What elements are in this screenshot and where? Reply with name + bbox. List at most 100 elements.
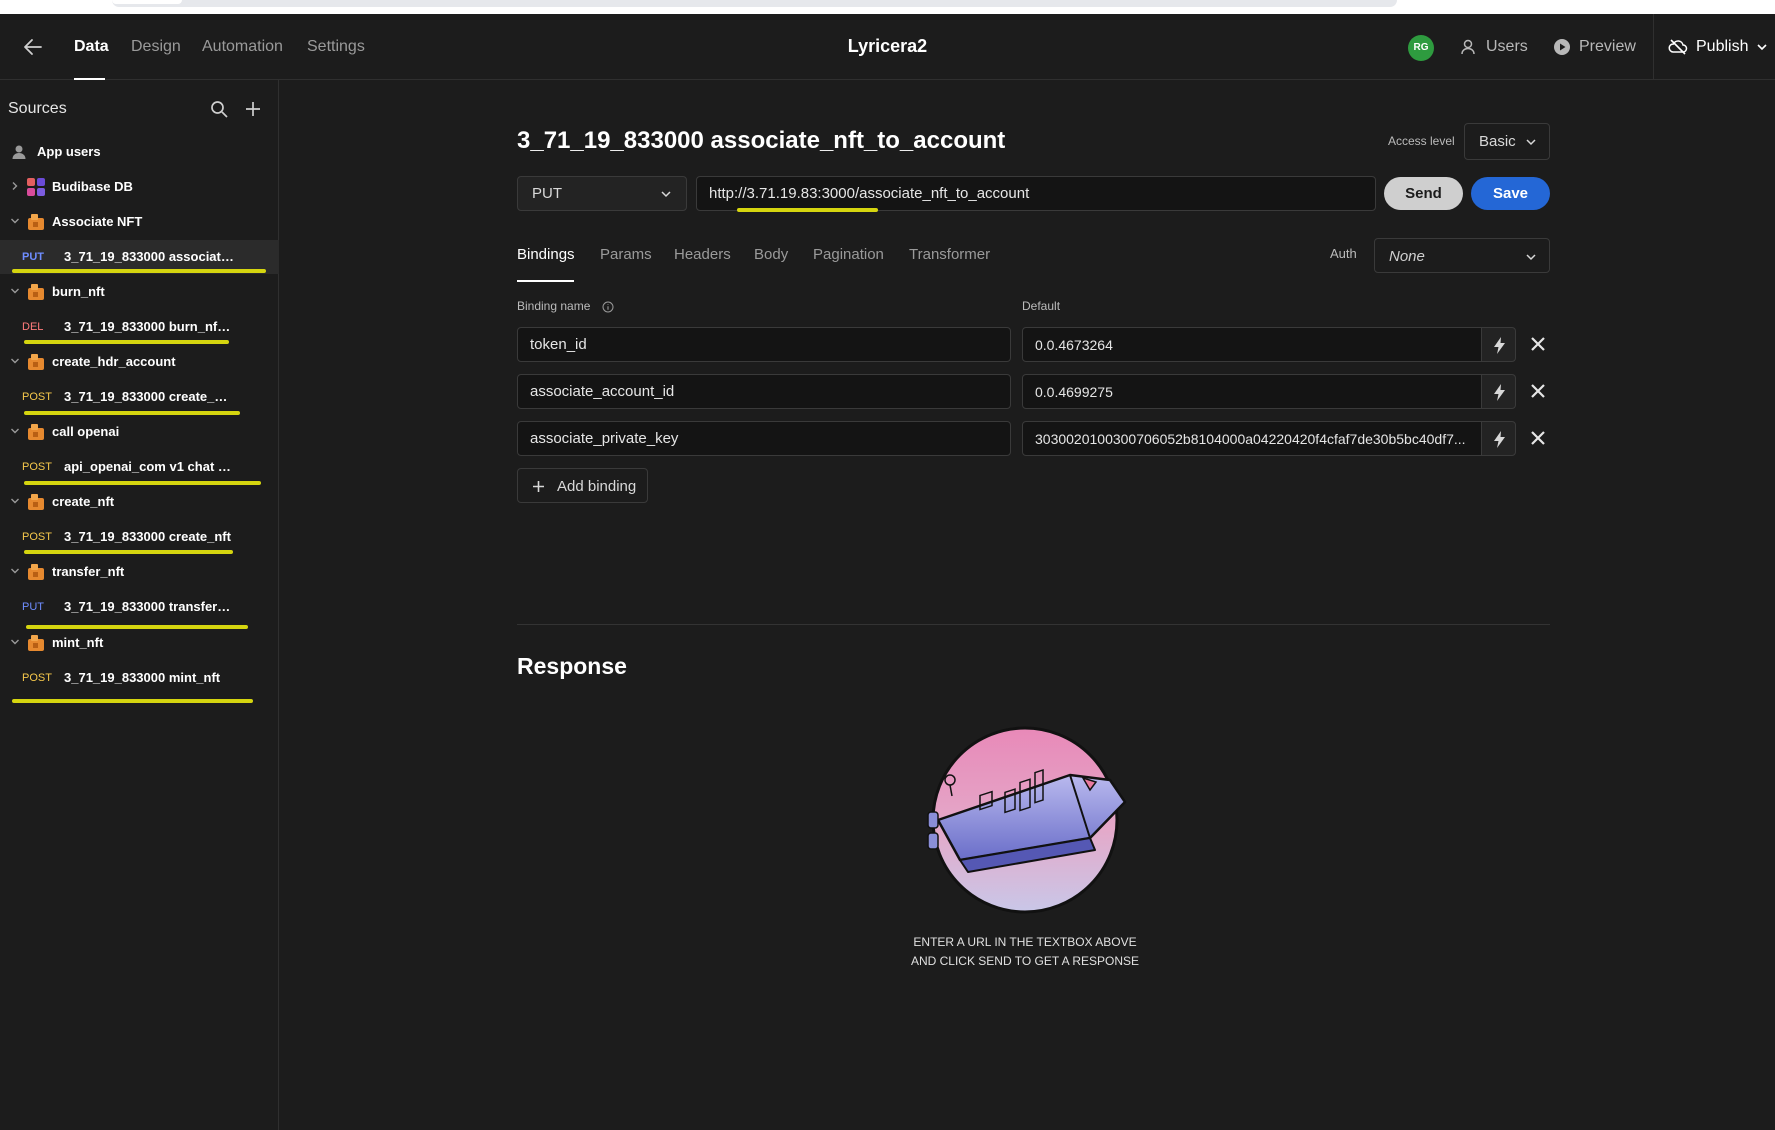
- auth-select[interactable]: None: [1374, 238, 1550, 273]
- query-item-transfer[interactable]: PUT 3_71_19_833000 transfer_n...: [0, 590, 279, 624]
- plus-icon: [533, 481, 544, 492]
- tab-headers[interactable]: Headers: [674, 246, 731, 263]
- sidebar-item-app-users[interactable]: App users: [0, 135, 279, 169]
- chevron-down-icon[interactable]: [10, 637, 20, 647]
- search-icon[interactable]: [209, 99, 229, 119]
- auth-label: Auth: [1330, 246, 1357, 261]
- default-header: Default: [1022, 299, 1061, 313]
- chevron-down-icon[interactable]: [10, 496, 20, 506]
- tab-automation[interactable]: Automation: [202, 38, 283, 56]
- access-level-select[interactable]: Basic: [1464, 123, 1550, 160]
- chevron-down-icon[interactable]: [10, 356, 20, 366]
- query-item-mint[interactable]: POST 3_71_19_833000 mint_nft: [0, 661, 279, 695]
- http-method-select[interactable]: PUT: [517, 176, 687, 211]
- sidebar-item-label: App users: [37, 144, 101, 159]
- url-input[interactable]: http://3.71.19.83:3000/associate_nft_to_…: [696, 176, 1376, 211]
- sidebar-item-call-openai[interactable]: call openai: [0, 415, 279, 449]
- query-title[interactable]: 3_71_19_833000 associate_nft_to_account: [517, 127, 1005, 155]
- binding-name-input[interactable]: token_id: [517, 327, 1011, 362]
- section-divider: [517, 624, 1550, 625]
- close-icon[interactable]: [1528, 381, 1548, 401]
- sidebar-item-label: call openai: [52, 424, 120, 439]
- sidebar-item-create-hdr-account[interactable]: create_hdr_account: [0, 345, 279, 379]
- tab-pagination[interactable]: Pagination: [813, 246, 884, 263]
- add-binding-label: Add binding: [557, 478, 637, 495]
- user-icon: [12, 145, 26, 159]
- sidebar-item-label: Associate NFT: [52, 214, 143, 229]
- tab-design[interactable]: Design: [131, 38, 181, 56]
- play-circle-icon: [1554, 39, 1570, 55]
- query-label: 3_71_19_833000 mint_nft: [64, 670, 221, 685]
- query-item-create-account[interactable]: POST 3_71_19_833000 create_ac...: [0, 380, 279, 414]
- query-label: 3_71_19_833000 transfer_n...: [64, 599, 234, 614]
- method-badge: POST: [22, 672, 52, 684]
- query-item-burn[interactable]: DEL 3_71_19_833000 burn_nft_...: [0, 310, 279, 344]
- binding-default-input[interactable]: 0.0.4673264: [1022, 327, 1482, 362]
- tab-params[interactable]: Params: [600, 246, 652, 263]
- lightning-icon: [1494, 431, 1505, 448]
- avatar[interactable]: RG: [1408, 35, 1434, 61]
- add-binding-button[interactable]: Add binding: [517, 468, 648, 503]
- chevron-down-icon[interactable]: [10, 566, 20, 576]
- sidebar-item-create-nft[interactable]: create_nft: [0, 485, 279, 519]
- info-icon[interactable]: [602, 301, 614, 313]
- sidebar-item-mint-nft[interactable]: mint_nft: [0, 626, 279, 660]
- rest-api-icon: [28, 214, 44, 230]
- rest-api-icon: [28, 494, 44, 510]
- binding-name-header: Binding name: [517, 299, 591, 313]
- sidebar-item-budibase-db[interactable]: Budibase DB: [0, 170, 279, 204]
- tab-body[interactable]: Body: [754, 246, 788, 263]
- users-label: Users: [1486, 38, 1528, 55]
- chevron-down-icon[interactable]: [10, 216, 20, 226]
- chevron-down-icon[interactable]: [10, 426, 20, 436]
- chevron-right-icon[interactable]: [10, 181, 20, 191]
- address-bar[interactable]: [112, 0, 1397, 7]
- query-label: api_openai_com v1 chat co...: [64, 459, 234, 474]
- top-divider: [1653, 14, 1654, 80]
- tab-transformer[interactable]: Transformer: [909, 246, 990, 263]
- cloud-off-icon: [1668, 39, 1688, 55]
- users-button[interactable]: Users: [1460, 38, 1528, 56]
- active-tab-indicator: [517, 280, 574, 282]
- query-editor: 3_71_19_833000 associate_nft_to_account …: [280, 80, 1775, 1130]
- rest-api-icon: [28, 424, 44, 440]
- sidebar-item-label: mint_nft: [52, 635, 104, 650]
- chevron-down-icon[interactable]: [10, 286, 20, 296]
- close-icon[interactable]: [1528, 428, 1548, 448]
- rest-api-icon: [28, 354, 44, 370]
- binding-drawer-button[interactable]: [1481, 421, 1516, 456]
- send-button[interactable]: Send: [1384, 177, 1463, 210]
- add-icon[interactable]: [243, 99, 263, 119]
- sources-title: Sources: [8, 100, 67, 117]
- tab-data[interactable]: Data: [74, 38, 109, 56]
- publish-button[interactable]: Publish: [1668, 38, 1768, 56]
- back-arrow-icon[interactable]: [22, 36, 44, 58]
- save-button[interactable]: Save: [1471, 177, 1550, 210]
- binding-name-input[interactable]: associate_account_id: [517, 374, 1011, 409]
- highlight-underline: [12, 269, 266, 273]
- chevron-down-icon: [1757, 44, 1768, 51]
- http-method-value: PUT: [532, 185, 562, 202]
- close-icon[interactable]: [1528, 334, 1548, 354]
- query-item-openai[interactable]: POST api_openai_com v1 chat co...: [0, 450, 279, 484]
- sidebar-item-label: burn_nft: [52, 284, 105, 299]
- auth-value: None: [1389, 248, 1425, 265]
- binding-default-input[interactable]: 3030020100300706052b8104000a04220420f4cf…: [1022, 421, 1482, 456]
- binding-name-input[interactable]: associate_private_key: [517, 421, 1011, 456]
- chevron-down-icon: [1526, 139, 1536, 146]
- sidebar-item-associate-nft[interactable]: Associate NFT: [0, 205, 279, 239]
- tab-settings[interactable]: Settings: [307, 38, 365, 56]
- tab-bindings[interactable]: Bindings: [517, 246, 575, 263]
- preview-label: Preview: [1579, 38, 1636, 55]
- rest-api-icon: [28, 284, 44, 300]
- sidebar-item-burn-nft[interactable]: burn_nft: [0, 275, 279, 309]
- binding-default-input[interactable]: 0.0.4699275: [1022, 374, 1482, 409]
- query-item-create-nft[interactable]: POST 3_71_19_833000 create_nft: [0, 520, 279, 554]
- sidebar-item-transfer-nft[interactable]: transfer_nft: [0, 555, 279, 589]
- binding-drawer-button[interactable]: [1481, 374, 1516, 409]
- publish-label: Publish: [1696, 38, 1749, 55]
- method-badge: POST: [22, 531, 52, 543]
- highlight-underline: [24, 550, 233, 554]
- preview-button[interactable]: Preview: [1553, 38, 1636, 56]
- binding-drawer-button[interactable]: [1481, 327, 1516, 362]
